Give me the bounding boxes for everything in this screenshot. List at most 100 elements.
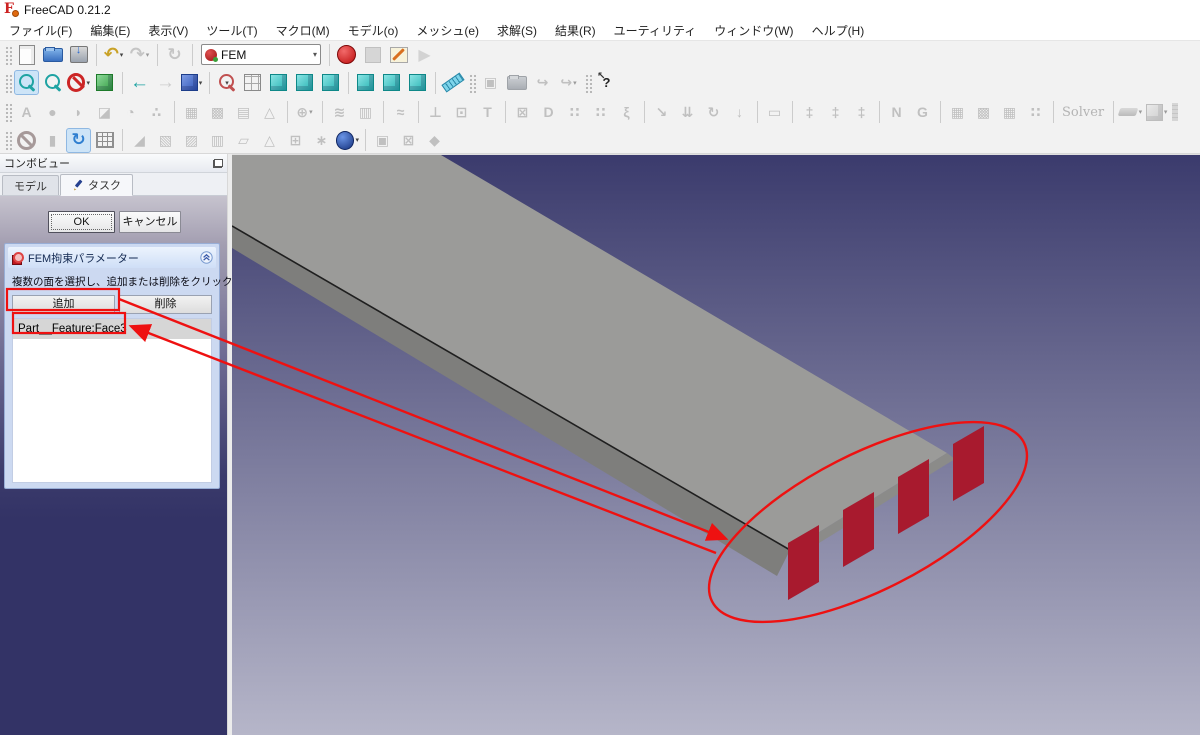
macro-stop-icon[interactable] bbox=[360, 42, 385, 67]
fem-constraint-section-print-icon[interactable]: ▭ bbox=[762, 100, 787, 125]
view-front-icon[interactable] bbox=[266, 70, 291, 95]
fem-load-pressure-icon[interactable]: ⇊ bbox=[675, 100, 700, 125]
float-panel-icon[interactable] bbox=[213, 158, 223, 168]
fem-mesh-shape-icon[interactable]: ▩ bbox=[205, 100, 230, 125]
workbench-selector[interactable]: FEM ▾ bbox=[201, 44, 321, 65]
post-sphere-icon[interactable]: ▾ bbox=[335, 128, 360, 153]
3d-viewport[interactable] bbox=[232, 154, 1200, 735]
view-forward-icon[interactable]: → bbox=[153, 70, 178, 95]
dropdown-arrow-icon[interactable]: ▾ bbox=[225, 79, 229, 87]
post-ramp-icon[interactable]: ◢ bbox=[127, 128, 152, 153]
dropdown-arrow-icon[interactable]: ▾ bbox=[199, 79, 203, 87]
fem-load-gravity-icon[interactable]: ↓ bbox=[727, 100, 752, 125]
fem-beam-section-icon[interactable]: ≋ bbox=[327, 100, 352, 125]
toolbar-grip[interactable] bbox=[4, 130, 12, 150]
draw-style-icon[interactable]: ▾ bbox=[66, 70, 91, 95]
link-import-all-icon[interactable]: ↪ ▾ bbox=[556, 70, 581, 95]
fem-constraint-transform-icon[interactable]: T bbox=[475, 100, 500, 125]
dropdown-arrow-icon[interactable]: ▾ bbox=[573, 79, 577, 87]
view-fit-all-icon[interactable] bbox=[14, 70, 39, 95]
open-file-icon[interactable] bbox=[40, 42, 65, 67]
toolbar-grip[interactable] bbox=[4, 102, 12, 122]
post-clip-remove-icon[interactable]: ⊠ bbox=[396, 128, 421, 153]
view-isometric-icon[interactable] bbox=[92, 70, 117, 95]
macro-play-icon[interactable]: ▶ bbox=[412, 42, 437, 67]
fem-mesh-1d-icon[interactable]: △ bbox=[257, 100, 282, 125]
fem-clip-sphere-icon[interactable]: ◔ bbox=[118, 100, 143, 125]
dropdown-arrow-icon[interactable]: ▾ bbox=[309, 108, 313, 116]
view-rear-icon[interactable] bbox=[353, 70, 378, 95]
fem-constraint-rigid-icon[interactable]: ⊡ bbox=[449, 100, 474, 125]
fem-constraint-lock-icon[interactable]: ⊠ bbox=[510, 100, 535, 125]
view-cube-wire-icon[interactable] bbox=[240, 70, 265, 95]
fem-face-list[interactable]: Part__Feature:Face3 bbox=[12, 318, 212, 483]
view-zoom-selection-icon[interactable] bbox=[40, 70, 65, 95]
new-file-icon[interactable] bbox=[14, 42, 39, 67]
dropdown-arrow-icon[interactable]: ▾ bbox=[355, 136, 359, 144]
toolbar-grip[interactable] bbox=[4, 72, 12, 93]
post-clip-box-icon[interactable]: ▣ bbox=[370, 128, 395, 153]
fem-load-torque-icon[interactable]: ↻ bbox=[701, 100, 726, 125]
fem-solver-icon[interactable]: Solver bbox=[1058, 100, 1108, 125]
link-import-icon[interactable]: ↪ bbox=[530, 70, 555, 95]
dropdown-arrow-icon[interactable]: ▾ bbox=[120, 51, 124, 59]
menu-item-5[interactable]: マクロ(M) bbox=[276, 22, 330, 39]
post-section-icon[interactable]: ▥ bbox=[205, 128, 230, 153]
fem-result-show-icon[interactable]: ▾ bbox=[1118, 100, 1143, 125]
menu-item-11[interactable]: ウィンドウ(W) bbox=[714, 22, 793, 39]
refresh-icon[interactable]: ↻ bbox=[162, 42, 187, 67]
fem-shell-thickness-icon[interactable]: ▥ bbox=[353, 100, 378, 125]
ok-button[interactable]: OK bbox=[48, 211, 115, 233]
fem-material-fluid-icon[interactable]: ◗ bbox=[66, 100, 91, 125]
add-face-button[interactable]: 追加 bbox=[12, 295, 115, 314]
post-display-icon[interactable]: ▮ bbox=[40, 128, 65, 153]
fem-constraint-panel-header[interactable]: FEM拘束パラメーター bbox=[8, 247, 216, 268]
fem-mesh-boundary-layer-icon[interactable]: ▦ bbox=[997, 100, 1022, 125]
zoom-tools-icon[interactable]: ▾ bbox=[214, 70, 239, 95]
fem-load-force-icon[interactable]: ↘ bbox=[649, 100, 674, 125]
post-scalar-icon[interactable]: ▧ bbox=[153, 128, 178, 153]
fem-mesh-box-icon[interactable]: ▦ bbox=[179, 100, 204, 125]
fem-constraint-group-icon[interactable]: ⊕ ▾ bbox=[292, 100, 317, 125]
menu-item-9[interactable]: 結果(R) bbox=[555, 22, 596, 39]
menu-item-10[interactable]: ユーティリティ bbox=[614, 22, 697, 39]
fem-clipped-icon[interactable] bbox=[1170, 100, 1180, 125]
collapse-chevron-icon[interactable] bbox=[200, 251, 213, 264]
fem-thermal-temperature-icon[interactable]: ‡ bbox=[797, 100, 822, 125]
view-bottom-icon[interactable] bbox=[379, 70, 404, 95]
menu-item-6[interactable]: モデル(o) bbox=[348, 22, 399, 39]
post-grid-icon[interactable] bbox=[92, 128, 117, 153]
dropdown-arrow-icon[interactable]: ▾ bbox=[1164, 108, 1168, 116]
fem-thermal-bodyheat-icon[interactable]: ‡ bbox=[849, 100, 874, 125]
view-back-icon[interactable]: ← bbox=[127, 70, 152, 95]
fem-clip-plane-icon[interactable]: ◪ bbox=[92, 100, 117, 125]
fem-mesh-gmsh-icon[interactable]: G bbox=[910, 100, 935, 125]
save-icon[interactable] bbox=[66, 42, 91, 67]
toolbar-grip[interactable] bbox=[4, 44, 12, 65]
menu-item-12[interactable]: ヘルプ(H) bbox=[812, 22, 865, 39]
post-clear-icon[interactable] bbox=[14, 128, 39, 153]
fem-mesh-group-icon[interactable]: ▩ bbox=[971, 100, 996, 125]
post-refresh-icon[interactable]: ↻ bbox=[66, 127, 91, 153]
tab-model[interactable]: モデル bbox=[2, 175, 59, 195]
fem-material-icon[interactable]: ● bbox=[40, 100, 65, 125]
remove-face-button[interactable]: 削除 bbox=[118, 295, 212, 314]
undo-icon[interactable]: ↶ ▾ bbox=[101, 42, 126, 67]
post-tools-icon[interactable]: ⊞ bbox=[283, 128, 308, 153]
link-folder-icon[interactable] bbox=[504, 70, 529, 95]
fem-mesh-to-part-icon[interactable]: ∷ bbox=[1023, 100, 1048, 125]
fem-constraint-displacement-icon[interactable]: D bbox=[536, 100, 561, 125]
fem-constraint-fixed-icon[interactable]: ⊥ bbox=[423, 100, 448, 125]
macro-edit-icon[interactable] bbox=[386, 42, 411, 67]
view-left-icon[interactable] bbox=[405, 70, 430, 95]
dropdown-arrow-icon[interactable]: ▾ bbox=[86, 79, 90, 87]
fem-face-list-item[interactable]: Part__Feature:Face3 bbox=[13, 319, 211, 339]
measure-icon[interactable] bbox=[440, 70, 465, 95]
menu-item-1[interactable]: ファイル(F) bbox=[9, 22, 72, 39]
combo-dropdown-icon[interactable]: ▾ bbox=[313, 50, 317, 59]
fem-mesh-boundary-icon[interactable]: ▤ bbox=[231, 100, 256, 125]
dropdown-arrow-icon[interactable]: ▾ bbox=[1139, 108, 1143, 116]
fem-thermal-heatflux-icon[interactable]: ‡ bbox=[823, 100, 848, 125]
fem-constraint-spring-icon[interactable]: ξ bbox=[614, 100, 639, 125]
view-top-icon[interactable] bbox=[292, 70, 317, 95]
